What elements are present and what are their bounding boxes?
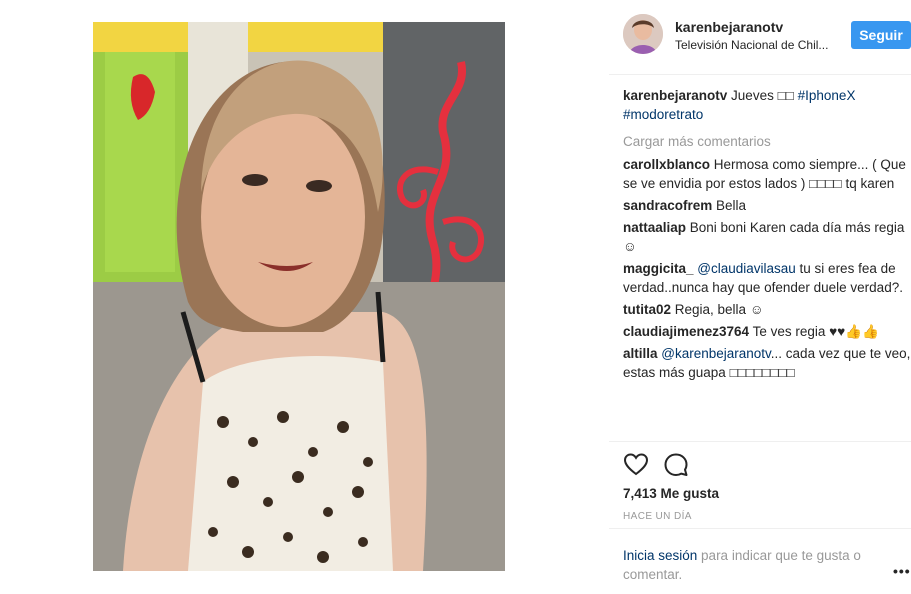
login-link[interactable]: Inicia sesión [623, 548, 697, 563]
comment-item: carollxblanco Hermosa como siempre... ( … [623, 155, 911, 193]
comment-mention[interactable]: @claudiavilasau [694, 261, 796, 276]
comment-username[interactable]: maggicita_ [623, 261, 694, 276]
comment-item: maggicita_ @claudiavilasau tu si eres fe… [623, 259, 911, 297]
comment-username[interactable]: claudiajimenez3764 [623, 324, 749, 339]
selfie-image [93, 22, 505, 571]
more-options-icon[interactable]: ••• [893, 563, 911, 579]
comment-username[interactable]: altilla [623, 346, 658, 361]
comment-username[interactable]: tutita02 [623, 302, 671, 317]
comment-item: claudiajimenez3764 Te ves regia ♥♥👍👍 [623, 322, 911, 341]
post-location[interactable]: Televisión Nacional de Chil... [675, 38, 828, 52]
comment-username[interactable]: carollxblanco [623, 157, 710, 172]
comment-icon[interactable] [663, 452, 689, 478]
post-photo[interactable] [93, 22, 505, 571]
comments-list: karenbejaranotv Jueves □□ #IphoneX #modo… [623, 86, 911, 442]
comment-text: Te ves regia ♥♥👍👍 [749, 324, 879, 339]
post-header: karenbejaranotv Televisión Nacional de C… [609, 0, 911, 75]
avatar[interactable] [623, 14, 663, 54]
hashtag-modoretrato[interactable]: #modoretrato [623, 107, 703, 122]
load-more-comments[interactable]: Cargar más comentarios [623, 132, 911, 151]
post-timestamp[interactable]: HACE UN DÍA [623, 511, 692, 522]
likes-count[interactable]: 7,413 Me gusta [623, 486, 719, 501]
hashtag-iphonex[interactable]: #IphoneX [798, 88, 856, 103]
post-caption: karenbejaranotv Jueves □□ #IphoneX #modo… [623, 86, 911, 124]
header-username[interactable]: karenbejaranotv [675, 19, 783, 35]
follow-button[interactable]: Seguir [851, 21, 911, 49]
caption-username[interactable]: karenbejaranotv [623, 88, 727, 103]
comment-text: Bella [712, 198, 747, 213]
comment-item: tutita02 Regia, bella ☺ [623, 300, 911, 319]
comment-username[interactable]: nattaaliap [623, 220, 686, 235]
comment-text: Regia, bella ☺ [671, 302, 764, 317]
heart-icon[interactable] [623, 452, 649, 478]
comment-username[interactable]: sandracofrem [623, 198, 712, 213]
comment-item: sandracofrem Bella [623, 196, 911, 215]
post-side-panel: karenbejaranotv Televisión Nacional de C… [609, 0, 911, 594]
comment-mention[interactable]: @karenbejaranotv [658, 346, 771, 361]
comment-item: nattaaliap Boni boni Karen cada día más … [623, 218, 911, 256]
caption-text: Jueves □□ [727, 88, 798, 103]
comment-item: altilla @karenbejaranotv... cada vez que… [623, 344, 911, 382]
login-text: Inicia sesión para indicar que te gusta … [623, 546, 879, 584]
login-prompt: Inicia sesión para indicar que te gusta … [609, 528, 911, 594]
post-actions: 7,413 Me gusta HACE UN DÍA [609, 441, 911, 536]
